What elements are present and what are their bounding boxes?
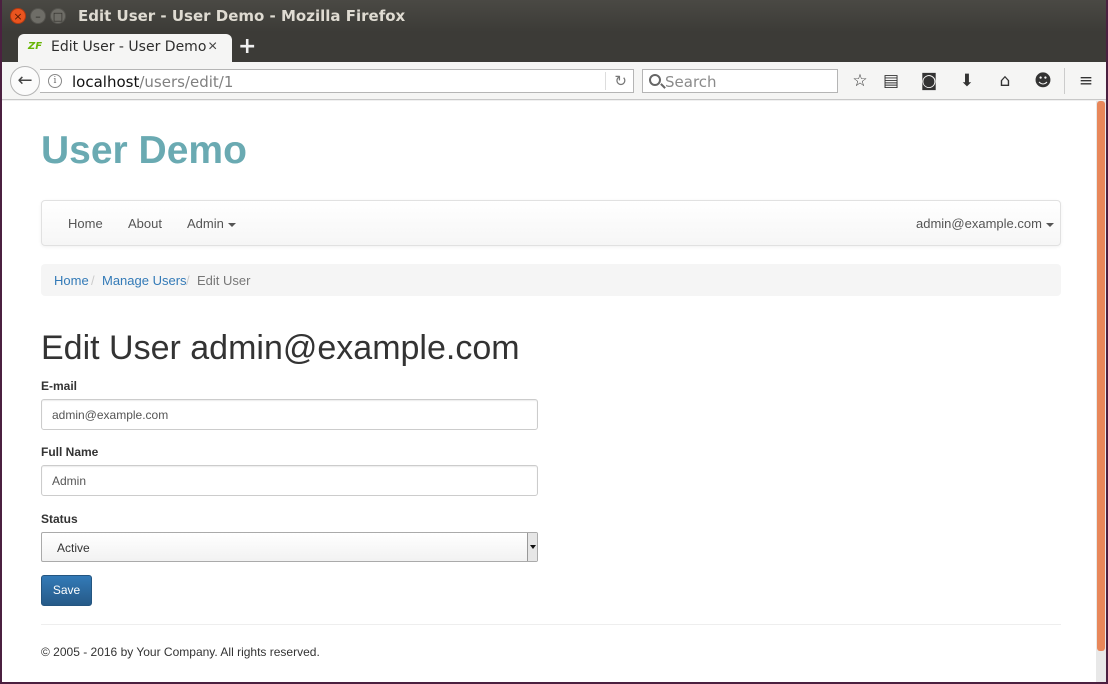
- nav-admin-label: Admin: [187, 216, 224, 231]
- scrollbar-thumb[interactable]: [1097, 101, 1105, 651]
- nav-user-label: admin@example.com: [916, 216, 1042, 231]
- zf-favicon-icon: ZF: [28, 41, 43, 52]
- caret-down-icon: [227, 222, 236, 227]
- download-icon[interactable]: ⬇: [956, 70, 978, 92]
- dropdown-arrow-icon: [527, 533, 537, 561]
- home-icon[interactable]: ⌂: [994, 70, 1016, 92]
- back-button[interactable]: ←: [10, 66, 40, 96]
- email-label: E-mail: [41, 379, 78, 393]
- window-minimize-button[interactable]: –: [30, 8, 46, 24]
- nav-user-dropdown[interactable]: admin@example.com: [916, 216, 1054, 231]
- footer-copyright: © 2005 - 2016 by Your Company. All right…: [41, 645, 320, 659]
- fullname-label: Full Name: [41, 445, 99, 459]
- navigation-toolbar: ← i localhost/users/edit/1 ↻ Search ☆ ▤ …: [2, 62, 1106, 100]
- breadcrumb-separator: /: [186, 273, 190, 288]
- breadcrumb-current: Edit User: [197, 273, 251, 288]
- nav-home-link[interactable]: Home: [68, 216, 103, 231]
- caret-down-icon: [1045, 222, 1054, 227]
- status-label: Status: [41, 512, 78, 526]
- brand-title[interactable]: User Demo: [41, 129, 247, 173]
- titlebar: × – □ Edit User - User Demo - Mozilla Fi…: [2, 0, 1106, 32]
- page-scrollbar[interactable]: [1096, 101, 1106, 682]
- tab-edit-user[interactable]: ZF Edit User - User Demo ×: [18, 34, 232, 62]
- new-tab-button[interactable]: +: [238, 34, 256, 59]
- breadcrumb: Home / Manage Users / Edit User: [41, 264, 1061, 296]
- star-icon[interactable]: ☆: [849, 70, 871, 92]
- url-host: localhost: [72, 73, 140, 91]
- page-viewport: User Demo Home About Admin admin@example…: [2, 101, 1096, 682]
- tab-strip: ZF Edit User - User Demo × +: [2, 32, 1106, 62]
- hello-icon[interactable]: ☻: [1032, 70, 1054, 92]
- nav-admin-dropdown[interactable]: Admin: [187, 216, 236, 231]
- site-info-icon[interactable]: i: [48, 74, 62, 88]
- page-title: Edit User admin@example.com: [41, 329, 520, 367]
- tab-label: Edit User - User Demo: [51, 39, 207, 55]
- url-path: /users/edit/1: [139, 73, 234, 91]
- search-placeholder: Search: [665, 73, 717, 91]
- breadcrumb-separator: /: [91, 273, 95, 288]
- window-maximize-button[interactable]: □: [50, 8, 66, 24]
- menu-icon[interactable]: ≡: [1075, 70, 1097, 92]
- window-title: Edit User - User Demo - Mozilla Firefox: [78, 7, 406, 25]
- fullname-field[interactable]: Admin: [41, 465, 538, 496]
- status-selected-value: Active: [57, 541, 90, 555]
- browser-window: × – □ Edit User - User Demo - Mozilla Fi…: [0, 0, 1108, 684]
- breadcrumb-manage-users[interactable]: Manage Users: [102, 273, 187, 288]
- url-bar[interactable]: i localhost/users/edit/1 ↻: [40, 69, 634, 93]
- tab-close-icon[interactable]: ×: [208, 38, 217, 56]
- breadcrumb-home[interactable]: Home: [54, 273, 89, 288]
- search-input[interactable]: Search: [642, 69, 838, 93]
- reload-icon[interactable]: ↻: [605, 72, 627, 90]
- save-button[interactable]: Save: [41, 575, 92, 606]
- nav-about-link[interactable]: About: [128, 216, 162, 231]
- pocket-icon[interactable]: ◙: [918, 70, 940, 92]
- toolbar-separator: [1064, 68, 1065, 94]
- reading-list-icon[interactable]: ▤: [880, 70, 902, 92]
- app-navbar: Home About Admin admin@example.com: [41, 200, 1061, 246]
- url-text: localhost/users/edit/1: [72, 73, 233, 91]
- footer-divider: [41, 624, 1061, 625]
- email-field[interactable]: admin@example.com: [41, 399, 538, 430]
- window-close-button[interactable]: ×: [10, 8, 26, 24]
- status-select[interactable]: Active: [41, 532, 538, 562]
- search-icon: [649, 74, 661, 86]
